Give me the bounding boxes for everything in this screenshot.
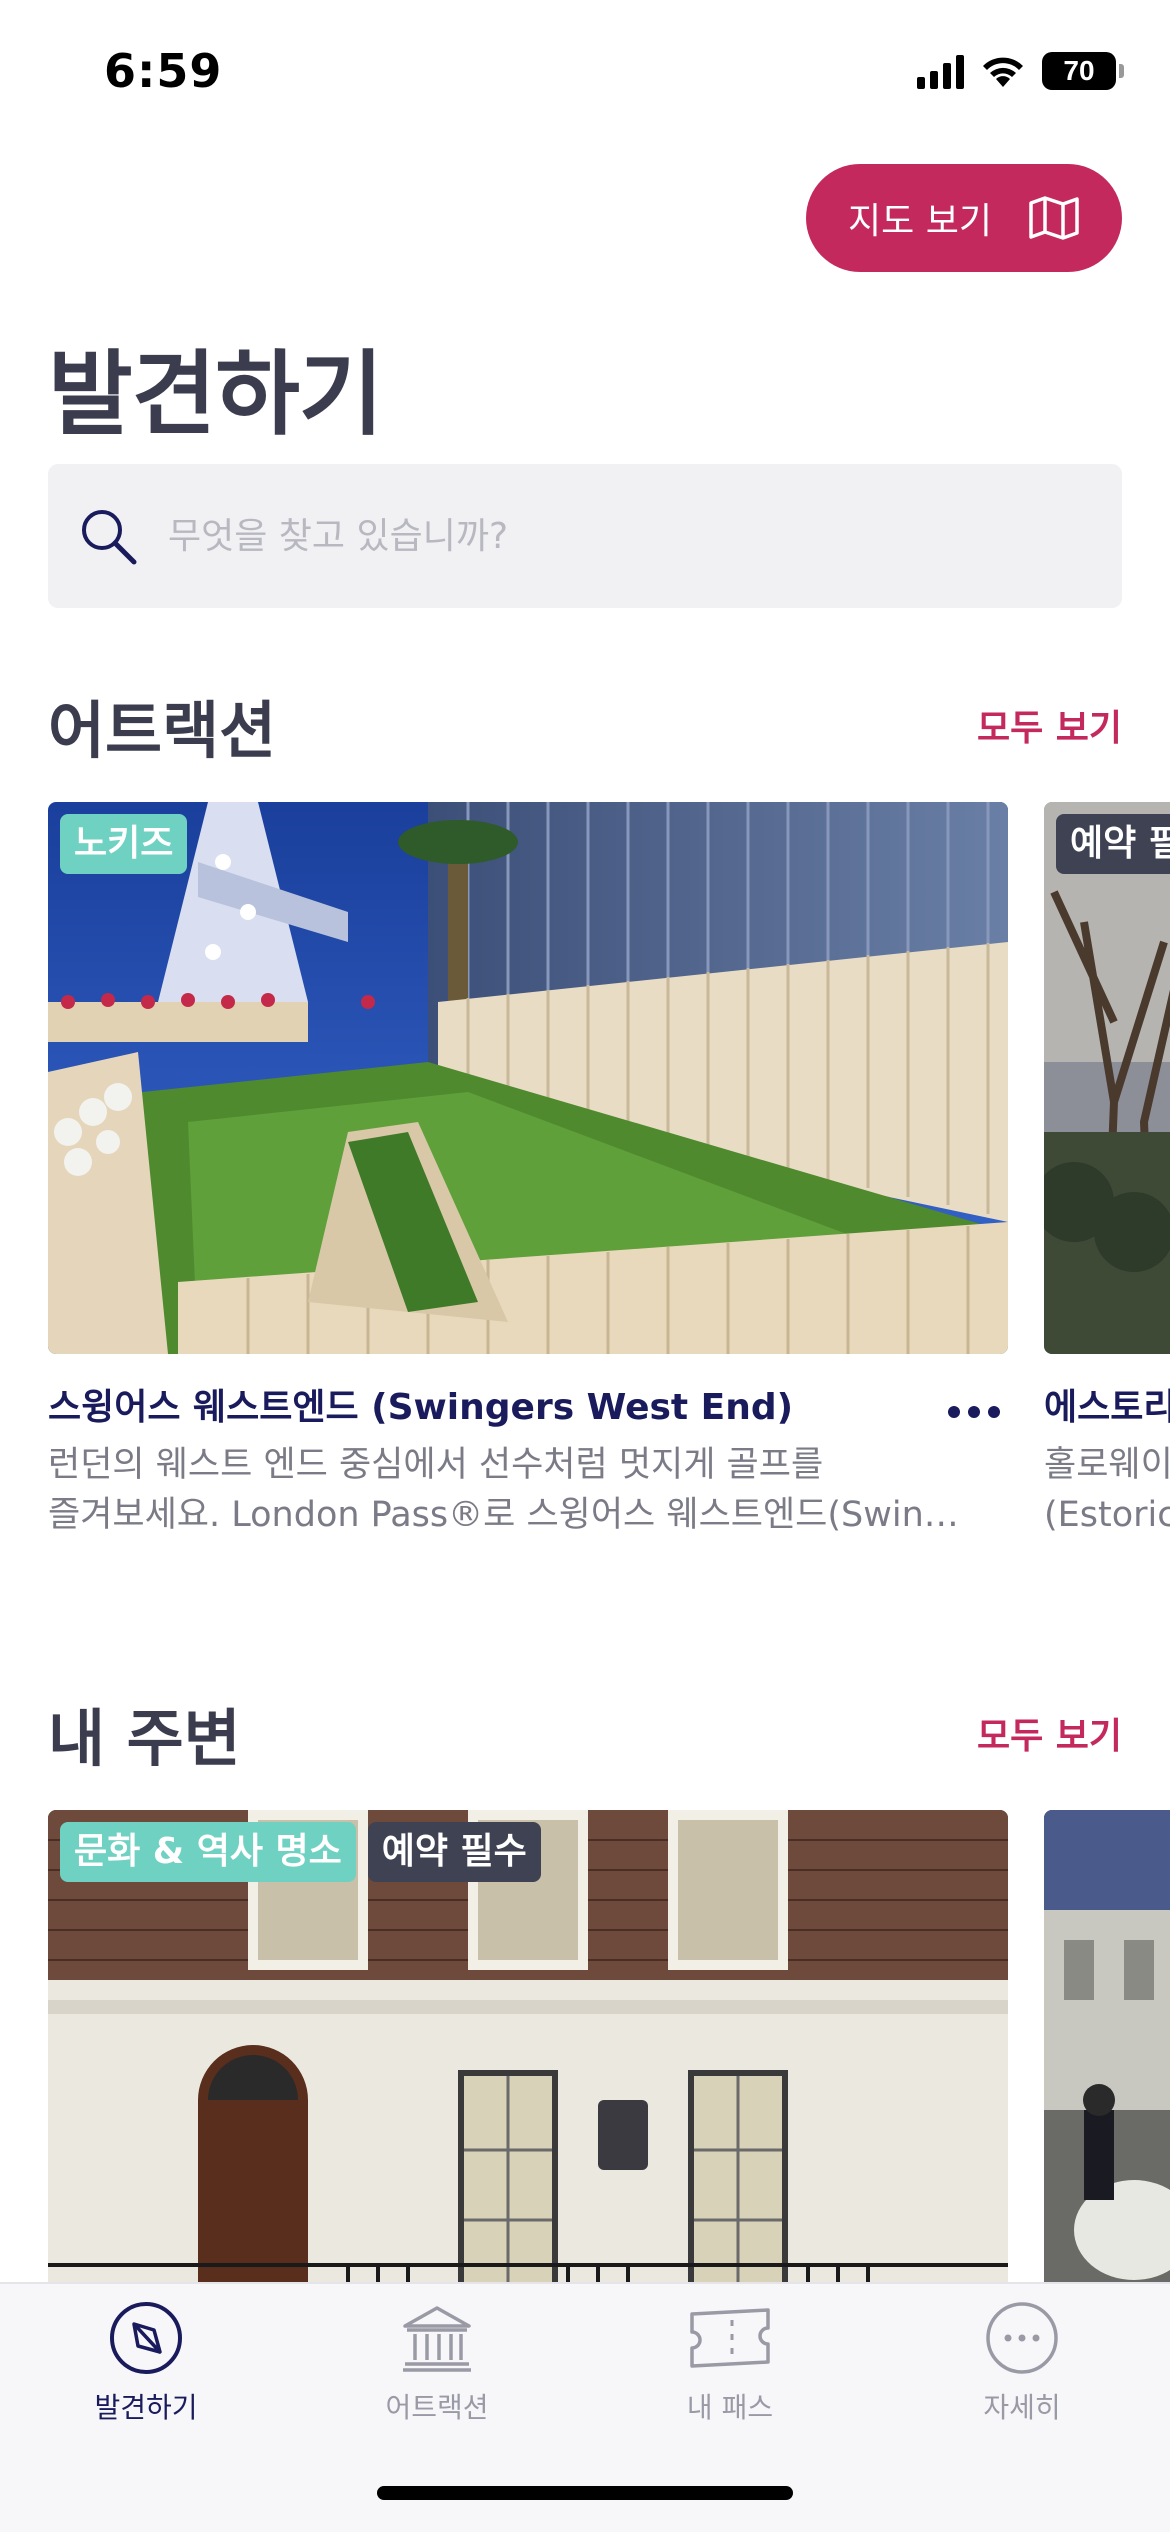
search-icon	[82, 510, 137, 565]
badge-culture-history: 문화 & 역사 명소	[60, 1822, 356, 1882]
attractions-section-title: 어트랙션	[48, 694, 277, 767]
attraction-card-description: 홀로웨이 (Estoric	[1044, 1440, 1170, 1540]
home-indicator[interactable]	[377, 2486, 793, 2500]
attraction-card-image[interactable]: 예약 필	[1044, 802, 1170, 1354]
wifi-icon	[980, 53, 1026, 89]
description-line-2: 즐겨보세요. London Pass®로 스윙어스 웨스트엔드(Swin…	[48, 1495, 959, 1535]
tab-label: 자세히	[983, 2391, 1061, 2424]
map-view-button[interactable]: 지도 보기	[806, 164, 1122, 272]
search-input[interactable]	[168, 464, 1122, 608]
map-view-label: 지도 보기	[848, 201, 992, 242]
badge-booking-required: 예약 필	[1056, 814, 1170, 874]
attraction-card-title[interactable]: 에스토리	[1044, 1378, 1170, 1430]
attraction-badges: 예약 필	[1056, 814, 1170, 874]
ticket-icon	[690, 2308, 770, 2368]
battery-icon: 70	[1042, 52, 1124, 90]
attraction-card[interactable]: 예약 필 에스토리 홀로웨이 (Estoric	[1044, 802, 1170, 1542]
tab-my-pass[interactable]: 내 패스	[620, 2300, 840, 2426]
attractions-see-all-link[interactable]: 모두 보기	[977, 699, 1122, 751]
discover-screen: 6:59 70 지도 보기 발견하기 무엇을 찾고 있습니까? 어트랙션 모두 …	[0, 0, 1170, 2532]
more-icon	[986, 2302, 1058, 2374]
tab-label: 내 패스	[686, 2391, 774, 2424]
nearby-section-title: 내 주변	[48, 1702, 241, 1775]
map-icon	[1029, 196, 1079, 240]
search-bar[interactable]	[48, 464, 1122, 608]
attraction-card-image[interactable]: 노키즈	[48, 802, 1008, 1354]
nearby-badges: 문화 & 역사 명소 예약 필수	[60, 1822, 541, 1882]
tab-label: 발견하기	[94, 2391, 198, 2424]
nearby-card-image[interactable]	[1044, 1810, 1170, 2330]
nearby-section-header: 내 주변 모두 보기	[48, 1688, 1122, 1778]
tab-attractions[interactable]: 어트랙션	[327, 2300, 547, 2426]
attraction-card-title[interactable]: 스윙어스 웨스트엔드 (Swingers West End)	[48, 1378, 793, 1430]
description-line-1: 홀로웨이	[1044, 1445, 1170, 1485]
nearby-card[interactable]: 문화 & 역사 명소 예약 필수	[48, 1810, 1008, 2330]
description-line-2: (Estoric	[1044, 1495, 1170, 1535]
compass-icon	[110, 2302, 182, 2374]
status-bar: 6:59 70	[0, 0, 1170, 140]
attraction-card[interactable]: 노키즈 스윙어스 웨스트엔드 (Swingers West End) 런던의 웨…	[48, 802, 1008, 1542]
battery-level: 70	[1063, 55, 1095, 86]
badge-booking-required: 예약 필수	[367, 1822, 541, 1882]
nearby-card-image[interactable]: 문화 & 역사 명소 예약 필수	[48, 1810, 1008, 2330]
mini-golf-photo	[48, 802, 1008, 1354]
attraction-card-description: 런던의 웨스트 엔드 중심에서 선수처럼 멋지게 골프를 즐겨보세요. Lond…	[48, 1440, 1008, 1540]
nearby-see-all-link[interactable]: 모두 보기	[977, 1707, 1122, 1759]
horse-guards-photo	[1044, 1810, 1170, 2330]
attraction-badges: 노키즈	[60, 814, 188, 874]
tab-label: 어트랙션	[385, 2391, 489, 2424]
status-time: 6:59	[104, 44, 223, 98]
museum-icon	[403, 2306, 471, 2372]
tab-more[interactable]: 자세히	[912, 2300, 1132, 2426]
nearby-card[interactable]	[1044, 1810, 1170, 2330]
building-photo	[48, 1810, 1008, 2330]
more-options-icon[interactable]	[948, 1406, 1000, 1418]
cellular-signal-icon	[917, 53, 964, 89]
status-icons: 70	[917, 52, 1124, 90]
attractions-section-header: 어트랙션 모두 보기	[48, 680, 1122, 770]
description-line-1: 런던의 웨스트 엔드 중심에서 선수처럼 멋지게 골프를	[48, 1445, 824, 1485]
tree-photo	[1044, 802, 1170, 1354]
tab-discover[interactable]: 발견하기	[36, 2300, 256, 2426]
badge-no-kids: 노키즈	[60, 814, 188, 874]
page-title: 발견하기	[48, 341, 384, 448]
